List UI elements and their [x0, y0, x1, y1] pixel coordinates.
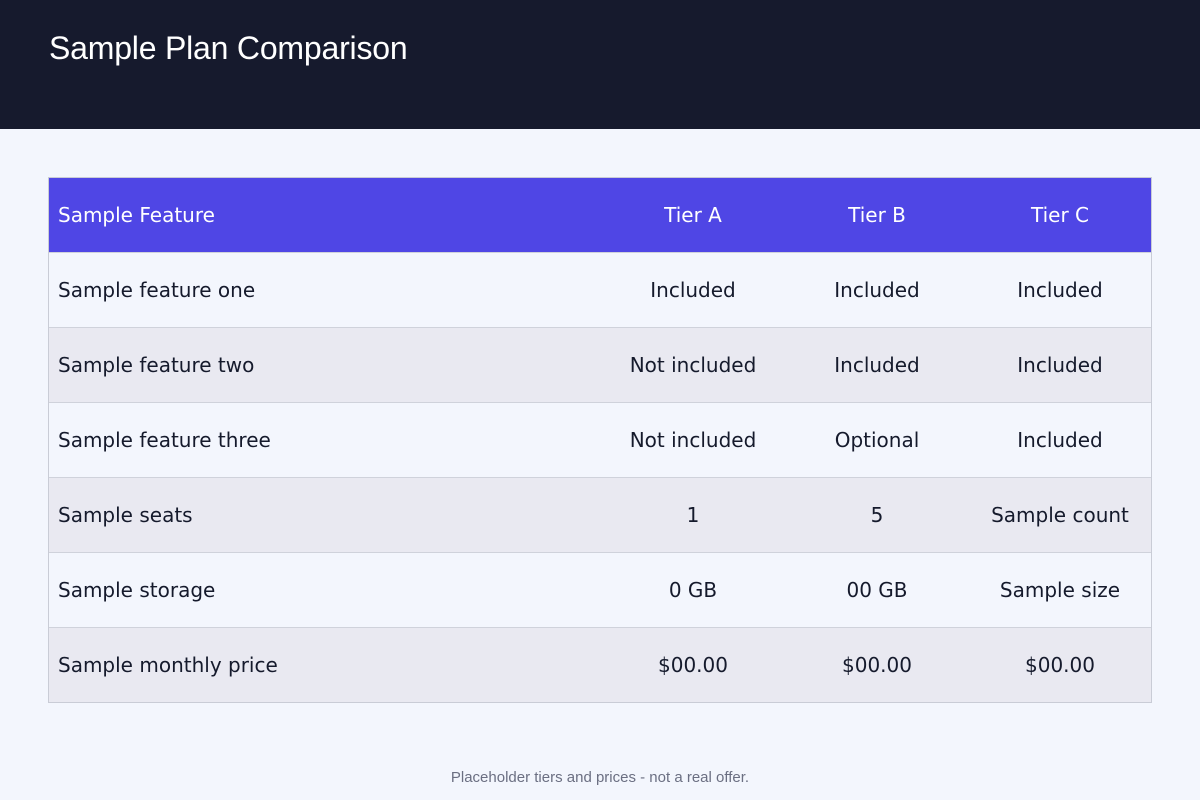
table-row: Sample feature three Not included Option…	[49, 402, 1151, 478]
tier-a-cell: Not included	[601, 327, 785, 403]
table-row: Sample storage 0 GB 00 GB Sample size	[49, 552, 1151, 628]
tier-a-cell: Not included	[601, 402, 785, 478]
tier-a-cell: Included	[601, 252, 785, 328]
feature-name-cell: Sample feature one	[49, 252, 601, 328]
feature-name-cell: Sample storage	[49, 552, 601, 628]
tier-c-cell: Sample count	[969, 477, 1151, 553]
column-header-tier-c: Tier C	[969, 178, 1151, 253]
tier-c-cell: Included	[969, 327, 1151, 403]
feature-name-cell: Sample seats	[49, 477, 601, 553]
tier-b-cell: $00.00	[785, 627, 969, 702]
column-header-tier-a: Tier A	[601, 178, 785, 253]
plan-comparison-table-container: Sample Feature Tier A Tier B Tier C Samp…	[48, 177, 1152, 703]
page-header: Sample Plan Comparison	[0, 0, 1200, 129]
tier-b-cell: Included	[785, 252, 969, 328]
tier-b-cell: Optional	[785, 402, 969, 478]
column-header-feature: Sample Feature	[49, 178, 601, 253]
table-row: Sample feature two Not included Included…	[49, 327, 1151, 403]
tier-c-cell: Included	[969, 402, 1151, 478]
tier-a-cell: 1	[601, 477, 785, 553]
feature-name-cell: Sample feature two	[49, 327, 601, 403]
table-row: Sample monthly price $00.00 $00.00 $00.0…	[49, 627, 1151, 702]
feature-name-cell: Sample feature three	[49, 402, 601, 478]
plan-comparison-table: Sample Feature Tier A Tier B Tier C Samp…	[49, 178, 1151, 702]
tier-c-cell: Included	[969, 252, 1151, 328]
table-header-row: Sample Feature Tier A Tier B Tier C	[49, 178, 1151, 253]
tier-c-cell: Sample size	[969, 552, 1151, 628]
page-title: Sample Plan Comparison	[49, 30, 408, 66]
tier-b-cell: 5	[785, 477, 969, 553]
table-row: Sample feature one Included Included Inc…	[49, 252, 1151, 328]
column-header-tier-b: Tier B	[785, 178, 969, 253]
tier-a-cell: 0 GB	[601, 552, 785, 628]
footer-note: Placeholder tiers and prices - not a rea…	[450, 769, 750, 786]
tier-b-cell: Included	[785, 327, 969, 403]
feature-name-cell: Sample monthly price	[49, 627, 601, 702]
tier-a-cell: $00.00	[601, 627, 785, 702]
tier-c-cell: $00.00	[969, 627, 1151, 702]
tier-b-cell: 00 GB	[785, 552, 969, 628]
table-row: Sample seats 1 5 Sample count	[49, 477, 1151, 553]
